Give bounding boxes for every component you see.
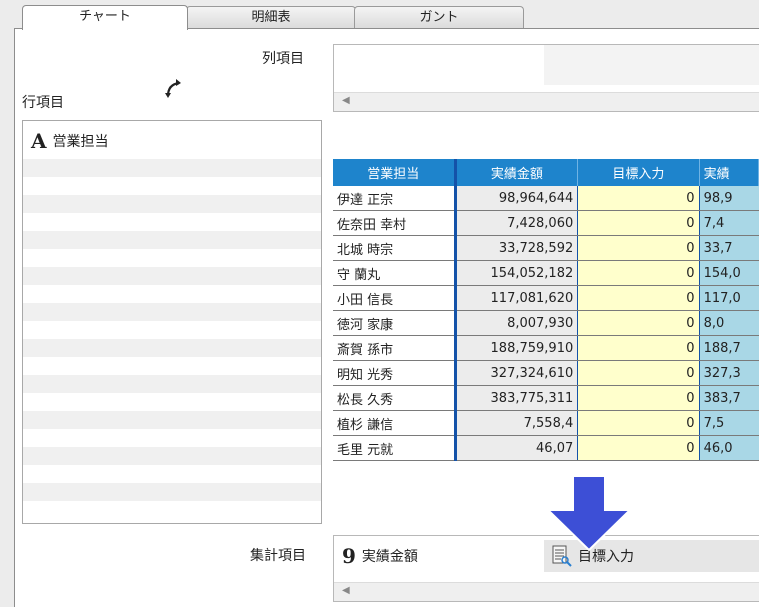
tab-chart[interactable]: チャート: [22, 5, 188, 30]
number-field-icon: 9: [342, 544, 356, 568]
table-row[interactable]: 北城 時宗 33,728,592 0 33,7: [333, 235, 759, 261]
row-items-dropzone[interactable]: A 営業担当: [22, 120, 322, 524]
table-row[interactable]: 植杉 謙信 7,558,4 0 7,5: [333, 410, 759, 436]
cell-actual-rate: 154,0: [699, 260, 759, 286]
pivot-table: 営業担当 実績金額 目標入力 実績 伊達 正宗 98,964,644 0 98,9 佐奈…: [333, 159, 759, 525]
cell-actual-amount: 7,428,060: [455, 210, 579, 236]
cell-actual-rate: 33,7: [699, 235, 759, 261]
tab-detail-table[interactable]: 明細表: [186, 6, 356, 30]
aggregate-items-scrollbar[interactable]: ◀: [334, 582, 759, 601]
cell-target-input[interactable]: 0: [577, 285, 700, 311]
cell-target-input[interactable]: 0: [577, 435, 700, 461]
cell-actual-amount: 98,964,644: [455, 186, 579, 211]
table-row[interactable]: 明知 光秀 327,324,610 0 327,3: [333, 360, 759, 386]
cell-actual-rate: 7,5: [699, 410, 759, 436]
column-items-label: 列項目: [262, 51, 304, 67]
row-item-label: 営業担当: [52, 134, 109, 150]
cell-actual-amount: 383,775,311: [455, 385, 579, 411]
table-row[interactable]: 斎賀 孫市 188,759,910 0 188,7: [333, 335, 759, 361]
scroll-left-icon[interactable]: ◀: [342, 95, 350, 106]
column-header-actual-rate[interactable]: 実績: [699, 159, 759, 186]
cell-target-input[interactable]: 0: [577, 186, 700, 211]
cell-actual-rate: 7,4: [699, 210, 759, 236]
column-items-dropzone[interactable]: ◀: [333, 44, 759, 112]
cell-target-input[interactable]: 0: [577, 410, 700, 436]
row-item-sales-rep[interactable]: A 営業担当: [31, 129, 109, 153]
cell-actual-amount: 154,052,182: [455, 260, 579, 286]
table-row[interactable]: 松長 久秀 383,775,311 0 383,7: [333, 385, 759, 411]
tab-strip: チャート 明細表 ガント: [0, 0, 759, 30]
cell-actual-rate: 46,0: [699, 435, 759, 461]
cell-actual-rate: 327,3: [699, 360, 759, 386]
table-row[interactable]: 守 蘭丸 154,052,182 0 154,0: [333, 260, 759, 286]
cell-sales-rep: 松長 久秀: [333, 385, 457, 411]
cell-actual-rate: 383,7: [699, 385, 759, 411]
cell-actual-amount: 188,759,910: [455, 335, 579, 361]
cell-target-input[interactable]: 0: [577, 385, 700, 411]
row-items-label: 行項目: [22, 95, 64, 111]
cell-actual-rate: 8,0: [699, 310, 759, 336]
column-items-slot: [544, 45, 759, 85]
cell-sales-rep: 守 蘭丸: [333, 260, 457, 286]
cell-target-input[interactable]: 0: [577, 310, 700, 336]
column-items-scrollbar[interactable]: ◀: [334, 92, 759, 111]
cell-sales-rep: 佐奈田 幸村: [333, 210, 457, 236]
text-field-icon: A: [31, 129, 47, 153]
cell-target-input[interactable]: 0: [577, 335, 700, 361]
cell-sales-rep: 斎賀 孫市: [333, 335, 457, 361]
cell-target-input[interactable]: 0: [577, 260, 700, 286]
aggregate-items-label: 集計項目: [250, 548, 306, 564]
table-row[interactable]: 小田 信長 117,081,620 0 117,0: [333, 285, 759, 311]
cell-sales-rep: 小田 信長: [333, 285, 457, 311]
table-row[interactable]: 伊達 正宗 98,964,644 0 98,9: [333, 186, 759, 211]
cell-sales-rep: 徳河 家康: [333, 310, 457, 336]
cell-sales-rep: 毛里 元就: [333, 435, 457, 461]
cell-actual-amount: 46,07: [455, 435, 579, 461]
cell-actual-amount: 33,728,592: [455, 235, 579, 261]
cell-sales-rep: 伊達 正宗: [333, 186, 457, 211]
aggregate-item-actual-amount[interactable]: 9 実績金額: [342, 540, 418, 572]
cell-target-input[interactable]: 0: [577, 235, 700, 261]
aggregate-item-label: 実績金額: [361, 549, 418, 565]
tab-gantt[interactable]: ガント: [354, 6, 524, 30]
column-header-actual-amount[interactable]: 実績金額: [455, 159, 579, 186]
swap-rows-columns-icon[interactable]: [162, 76, 186, 100]
cell-actual-amount: 117,081,620: [455, 285, 579, 311]
cell-sales-rep: 植杉 謙信: [333, 410, 457, 436]
cell-actual-rate: 117,0: [699, 285, 759, 311]
table-row[interactable]: 佐奈田 幸村 7,428,060 0 7,4: [333, 210, 759, 236]
column-header-sales-rep[interactable]: 営業担当: [333, 159, 457, 186]
cell-actual-amount: 8,007,930: [455, 310, 579, 336]
cell-actual-rate: 188,7: [699, 335, 759, 361]
cell-target-input[interactable]: 0: [577, 210, 700, 236]
table-row[interactable]: 毛里 元就 46,07 0 46,0: [333, 435, 759, 461]
cell-sales-rep: 明知 光秀: [333, 360, 457, 386]
cell-actual-amount: 7,558,4: [455, 410, 579, 436]
cell-sales-rep: 北城 時宗: [333, 235, 457, 261]
arrow-down-icon: [545, 476, 633, 552]
table-row[interactable]: 徳河 家康 8,007,930 0 8,0: [333, 310, 759, 336]
cell-actual-amount: 327,324,610: [455, 360, 579, 386]
cell-target-input[interactable]: 0: [577, 360, 700, 386]
column-header-target-input[interactable]: 目標入力: [577, 159, 700, 186]
scroll-left-icon[interactable]: ◀: [342, 585, 350, 596]
cell-actual-rate: 98,9: [699, 186, 759, 211]
